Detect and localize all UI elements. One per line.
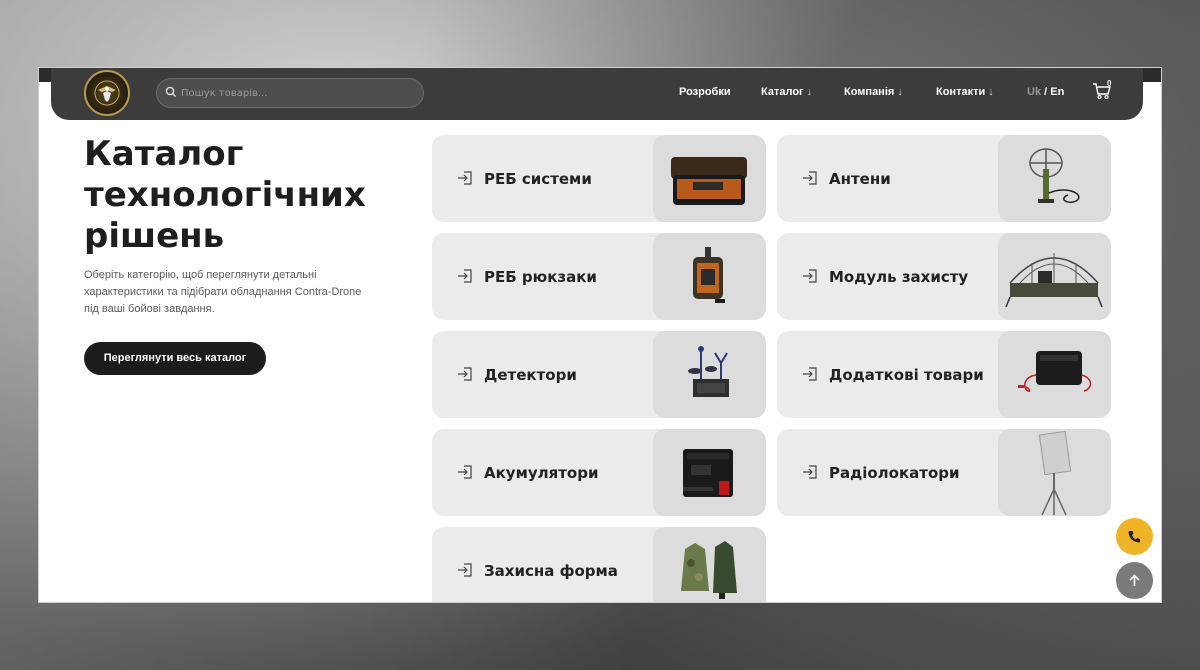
nav-item-company[interactable]: Компанія ↓: [844, 86, 903, 98]
category-card-batteries[interactable]: Акумулятори: [432, 429, 766, 516]
lang-separator: /: [1044, 86, 1048, 98]
enter-arrow-icon: [803, 367, 817, 381]
page-title: Каталог технологічних рішень: [84, 134, 414, 257]
category-label: Модуль захисту: [829, 267, 969, 286]
nav-label: Контакти: [936, 86, 986, 98]
enter-arrow-icon: [458, 269, 472, 283]
category-card-reb-systems[interactable]: РЕБ системи: [432, 135, 766, 222]
nav-item-contacts[interactable]: Контакти ↓: [936, 86, 994, 98]
category-label: Антени: [829, 169, 891, 188]
call-button[interactable]: [1116, 518, 1153, 555]
enter-arrow-icon: [458, 171, 472, 185]
radar-image: [998, 429, 1111, 516]
category-card-additional-goods[interactable]: Додаткові товари: [777, 331, 1111, 418]
enter-arrow-icon: [458, 563, 472, 577]
brand-logo[interactable]: [84, 70, 130, 116]
site-header: Розробки Каталог↓ Компанія↓ Контакти↓ Uk…: [51, 68, 1143, 120]
protection-module-image: [998, 233, 1111, 320]
search-box[interactable]: [156, 78, 424, 108]
arrow-up-icon: [1129, 574, 1140, 586]
title-line: Каталог: [84, 134, 244, 174]
cart-button[interactable]: 0: [1092, 79, 1112, 104]
antenna-image: [998, 135, 1111, 222]
enter-arrow-icon: [803, 465, 817, 479]
category-card-protection-module[interactable]: Модуль захисту: [777, 233, 1111, 320]
arrow-down-icon: ↓: [897, 86, 903, 98]
enter-arrow-icon: [803, 171, 817, 185]
category-card-detectors[interactable]: Детектори: [432, 331, 766, 418]
nav-item-catalog[interactable]: Каталог ↓: [761, 86, 812, 98]
protective-uniform-image: [653, 527, 766, 602]
lang-uk-link[interactable]: Uk: [1027, 86, 1041, 98]
view-full-catalog-button[interactable]: Переглянути весь каталог: [84, 342, 266, 375]
browser-viewport: Розробки Каталог↓ Компанія↓ Контакти↓ Uk…: [38, 67, 1162, 603]
additional-goods-image: [998, 331, 1111, 418]
nav-label: Розробки: [679, 86, 731, 98]
cart-count: 0: [1107, 79, 1112, 88]
lang-en-link[interactable]: En: [1050, 86, 1064, 98]
scroll-to-top-button[interactable]: [1116, 562, 1153, 599]
enter-arrow-icon: [458, 465, 472, 479]
category-label: Детектори: [484, 365, 577, 384]
nav-label: Компанія: [844, 86, 895, 98]
search-input[interactable]: [181, 79, 417, 107]
category-label: Додаткові товари: [829, 365, 984, 384]
category-label: РЕБ рюкзаки: [484, 267, 597, 286]
search-icon: [165, 86, 176, 97]
eagle-emblem-icon: [94, 80, 120, 106]
battery-image: [653, 429, 766, 516]
reb-system-case-image: [653, 135, 766, 222]
page-description: Оберіть категорію, щоб переглянути детал…: [84, 269, 362, 315]
enter-arrow-icon: [458, 367, 472, 381]
arrow-down-icon: ↓: [806, 86, 813, 98]
category-card-radars[interactable]: Радіолокатори: [777, 429, 1111, 516]
category-label: Акумулятори: [484, 463, 599, 482]
title-line: рішень: [84, 216, 225, 256]
nav-item-developments[interactable]: Розробки: [679, 86, 731, 98]
arrow-down-icon: ↓: [988, 86, 994, 98]
category-card-protective-uniform[interactable]: Захисна форма: [432, 527, 766, 602]
reb-backpack-image: [653, 233, 766, 320]
nav-label: Каталог: [761, 86, 804, 98]
phone-icon: [1128, 531, 1140, 543]
category-card-antennas[interactable]: Антени: [777, 135, 1111, 222]
category-label: Захисна форма: [484, 561, 618, 580]
title-line: технологічних: [84, 175, 366, 215]
enter-arrow-icon: [803, 269, 817, 283]
category-label: РЕБ системи: [484, 169, 592, 188]
language-switcher: Uk / En: [1027, 86, 1064, 98]
category-card-reb-backpacks[interactable]: РЕБ рюкзаки: [432, 233, 766, 320]
category-label: Радіолокатори: [829, 463, 960, 482]
detector-image: [653, 331, 766, 418]
